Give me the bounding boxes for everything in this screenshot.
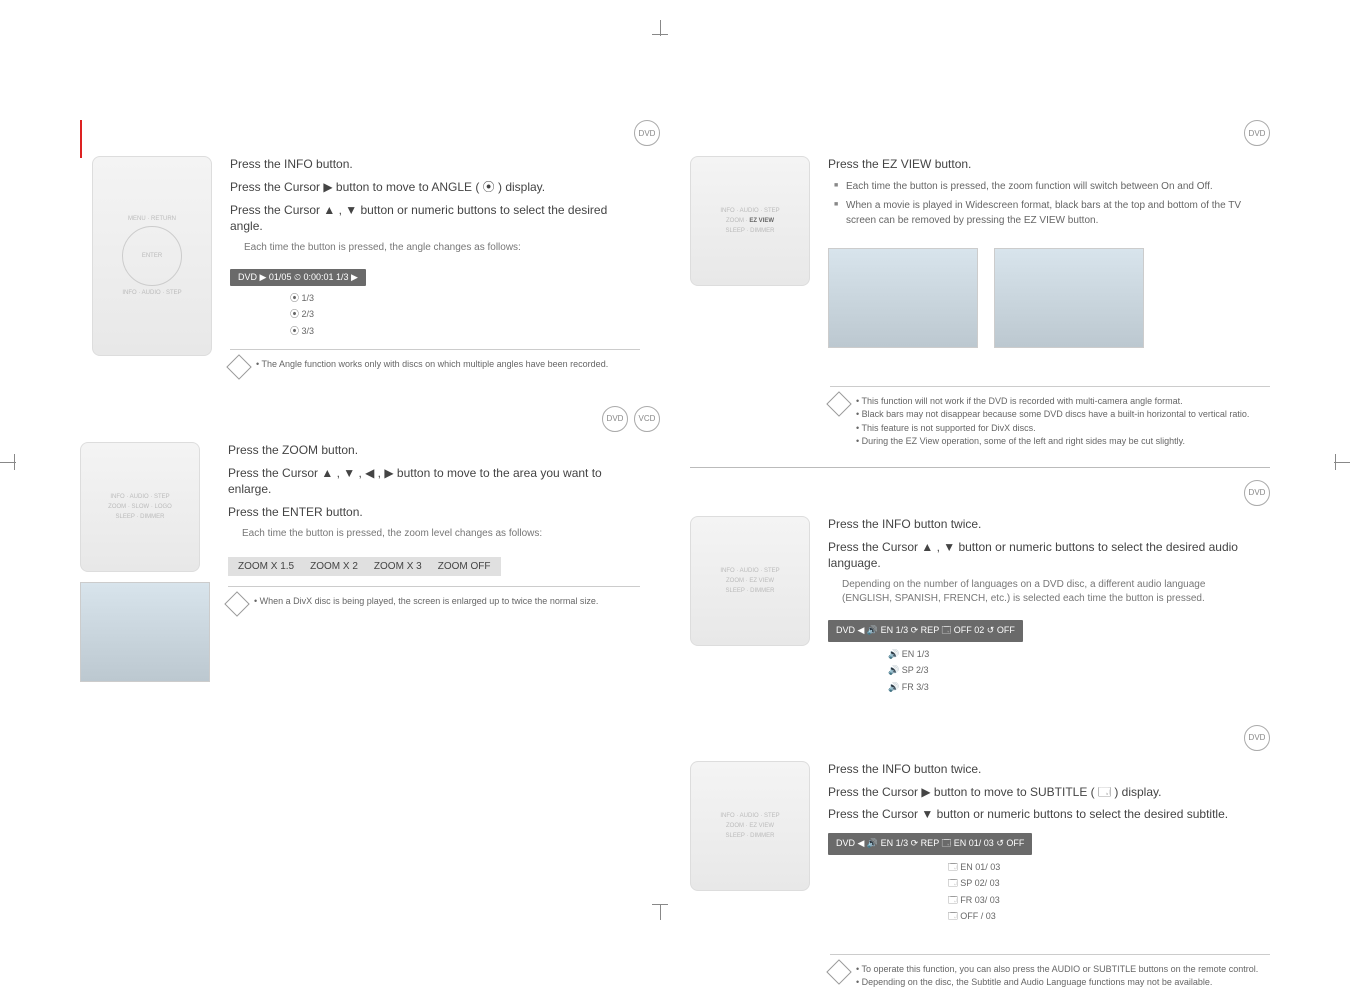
remote-image: INFO · AUDIO · STEP ZOOM · SLOW · LOGO S… [80, 442, 200, 572]
dvd-disc-icon: DVD [1244, 120, 1270, 146]
subtitle-chain-3: 🗔 FR 03/ 03 [948, 892, 1250, 908]
note-icon [226, 354, 251, 379]
ezview-bullet1: Each time the button is pressed, the zoo… [834, 179, 1250, 194]
note-icon [224, 591, 249, 616]
angle-step1: Press the INFO button. [230, 156, 640, 173]
zoom-note-row: • When a DivX disc is being played, the … [228, 586, 640, 613]
audio-step2: Press the Cursor ▲ , ▼ button or numeric… [828, 539, 1250, 573]
audio-chain: 🔊 EN 1/3 🔊 SP 2/3 🔊 FR 3/3 [888, 646, 1250, 695]
zoom-disc-icons: DVD VCD [80, 406, 660, 432]
dvd-disc-icon: DVD [634, 120, 660, 146]
angle-osd: DVD ▶ 01/05 ⏲ 0:00:01 1/3 ▶ [230, 269, 366, 286]
ezview-note-row: This function will not work if the DVD i… [830, 386, 1270, 449]
subtitle-step2: Press the Cursor ▶ button to move to SUB… [828, 784, 1250, 801]
remote-image: INFO · AUDIO · STEP ZOOM · EZ VIEW SLEEP… [690, 761, 810, 891]
audio-chain-3: 🔊 FR 3/3 [888, 679, 1250, 695]
angle-section: MENU · RETURN ENTER INFO · AUDIO · STEP … [92, 156, 660, 376]
subtitle-step1: Press the INFO button twice. [828, 761, 1250, 778]
left-page: DVD MENU · RETURN ENTER INFO · AUDIO · S… [80, 120, 660, 914]
angle-chain-3: ⦿ 3/3 [290, 323, 640, 339]
audio-section: INFO · AUDIO · STEP ZOOM · EZ VIEW SLEEP… [690, 516, 1270, 695]
ezview-note-2: Black bars may not disappear because som… [856, 408, 1249, 422]
angle-step3-sub: Each time the button is pressed, the ang… [244, 241, 640, 255]
angle-step3: Press the Cursor ▲ , ▼ button or numeric… [230, 202, 640, 236]
audio-step2-sub: Depending on the number of languages on … [842, 578, 1250, 606]
audio-chain-1: 🔊 EN 1/3 [888, 646, 1250, 662]
ezview-bullet2: When a movie is played in Widescreen for… [834, 198, 1250, 228]
remote-image: INFO · AUDIO · STEP ZOOM · EZ VIEW SLEEP… [690, 516, 810, 646]
tv-screenshot [80, 582, 210, 682]
zoom-step2: Press the Cursor ▲ , ▼ , ◀ , ▶ button to… [228, 465, 640, 499]
subtitle-step3: Press the Cursor ▼ button or numeric but… [828, 806, 1250, 823]
angle-chain-1: ⦿ 1/3 [290, 290, 640, 306]
note-icon [826, 391, 851, 416]
zoom-step3-sub: Each time the button is pressed, the zoo… [242, 527, 640, 541]
zoom-note: • When a DivX disc is being played, the … [254, 595, 598, 609]
angle-chain-2: ⦿ 2/3 [290, 306, 640, 322]
ezview-section: INFO · AUDIO · STEP ZOOM · EZ VIEW SLEEP… [690, 156, 1270, 356]
subtitle-note-1: To operate this function, you can also p… [856, 963, 1258, 977]
tv-after [994, 248, 1144, 348]
zoom-level-2: ZOOM X 2 [310, 561, 358, 572]
crop-mark-right [1320, 462, 1350, 492]
remote-image: INFO · AUDIO · STEP ZOOM · EZ VIEW SLEEP… [690, 156, 810, 286]
ezview-disc-icons: DVD [690, 120, 1270, 146]
accent-bar [80, 120, 82, 158]
dvd-disc-icon: DVD [1244, 480, 1270, 506]
angle-chain: ⦿ 1/3 ⦿ 2/3 ⦿ 3/3 [290, 290, 640, 339]
subtitle-chain-2: 🗔 SP 02/ 03 [948, 875, 1250, 891]
note-icon [826, 959, 851, 984]
zoom-step1: Press the ZOOM button. [228, 442, 640, 459]
audio-step1: Press the INFO button twice. [828, 516, 1250, 533]
subtitle-notes: To operate this function, you can also p… [856, 963, 1258, 990]
zoom-levels: ZOOM X 1.5 ZOOM X 2 ZOOM X 3 ZOOM OFF [228, 557, 501, 576]
subtitle-osd: DVD ◀ 🔊 EN 1/3 ⟳ REP 🗔 EN 01/ 03 ↺ OFF [828, 833, 1032, 855]
audio-disc-icons: DVD [690, 480, 1270, 506]
zoom-section: INFO · AUDIO · STEP ZOOM · SLOW · LOGO S… [80, 442, 660, 682]
audio-chain-2: 🔊 SP 2/3 [888, 662, 1250, 678]
remote-image: MENU · RETURN ENTER INFO · AUDIO · STEP [92, 156, 212, 356]
subtitle-chain-1: 🗔 EN 01/ 03 [948, 859, 1250, 875]
angle-note-row: • The Angle function works only with dis… [230, 349, 640, 376]
ezview-tv-compare [828, 238, 1250, 348]
tv-before [828, 248, 978, 348]
subtitle-section: INFO · AUDIO · STEP ZOOM · EZ VIEW SLEEP… [690, 761, 1270, 924]
zoom-level-1: ZOOM X 1.5 [238, 561, 294, 572]
zoom-level-3: ZOOM X 3 [374, 561, 422, 572]
zoom-step3: Press the ENTER button. [228, 504, 640, 521]
audio-osd: DVD ◀ 🔊 EN 1/3 ⟳ REP 🗔 OFF 02 ↺ OFF [828, 620, 1023, 642]
ezview-note-1: This function will not work if the DVD i… [856, 395, 1249, 409]
dvd-disc-icon: DVD [1244, 725, 1270, 751]
angle-step2: Press the Cursor ▶ button to move to ANG… [230, 179, 640, 196]
dvd-disc-icon: DVD [602, 406, 628, 432]
subtitle-note-row: To operate this function, you can also p… [830, 954, 1270, 990]
crop-mark-bottom [660, 904, 690, 934]
subtitle-chain-4: 🗔 OFF / 03 [948, 908, 1250, 924]
crop-mark-top [660, 20, 690, 50]
vcd-disc-icon: VCD [634, 406, 660, 432]
page-spread: DVD MENU · RETURN ENTER INFO · AUDIO · S… [80, 120, 1270, 914]
ezview-note-3: This feature is not supported for DivX d… [856, 422, 1249, 436]
ezview-note-4: During the EZ View operation, some of th… [856, 435, 1249, 449]
subtitle-note-2: Depending on the disc, the Subtitle and … [856, 976, 1258, 990]
ezview-step1: Press the EZ VIEW button. [828, 156, 1250, 173]
subtitle-chain: 🗔 EN 01/ 03 🗔 SP 02/ 03 🗔 FR 03/ 03 🗔 OF… [948, 859, 1250, 924]
zoom-level-4: ZOOM OFF [438, 561, 491, 572]
angle-note: • The Angle function works only with dis… [256, 358, 608, 372]
subtitle-disc-icons: DVD [690, 725, 1270, 751]
ezview-notes: This function will not work if the DVD i… [856, 395, 1249, 449]
crop-mark-left [0, 462, 30, 492]
section-disc-icons: DVD [92, 120, 660, 146]
right-page: DVD INFO · AUDIO · STEP ZOOM · EZ VIEW S… [690, 120, 1270, 914]
